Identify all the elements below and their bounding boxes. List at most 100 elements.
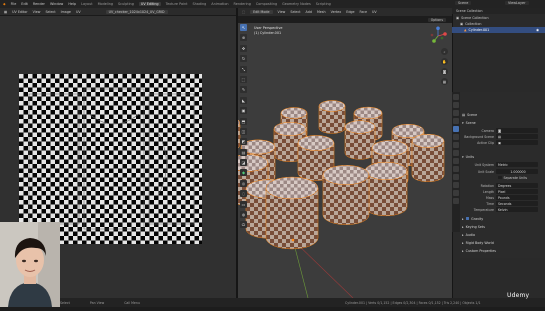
tab-shading[interactable]: Shading [192,2,206,6]
measure-icon[interactable]: ◣ [240,96,247,104]
add-cube-icon[interactable]: ▣ [240,107,247,115]
image-selector[interactable]: UV_checker_1024x1024_UV_GRID [105,9,168,14]
visibility-eye-icon[interactable]: ◉ [536,28,539,32]
section-custom-props[interactable]: ▸ Custom Properties [462,248,543,253]
bevel-icon[interactable]: ◩ [240,138,247,146]
uv-menu-view[interactable]: View [33,10,41,14]
vp-menu-mesh[interactable]: Mesh [317,10,326,14]
menu-render[interactable]: Render [33,2,45,6]
modifier-tab-icon[interactable] [453,150,459,156]
object-tab-icon[interactable] [453,142,459,148]
uv-menu-image[interactable]: Image [61,10,71,14]
blender-logo-icon[interactable]: ◆ [3,2,6,6]
scene-tab-icon[interactable] [453,126,459,132]
view-layer-selector[interactable]: ViewLayer [505,1,529,5]
gravity-checkbox[interactable] [465,216,470,221]
tab-modeling[interactable]: Modeling [98,2,113,6]
render-tab-icon[interactable] [453,102,459,108]
vp-menu-select[interactable]: Select [290,10,300,14]
menu-help[interactable]: Help [68,2,76,6]
world-tab-icon[interactable] [453,134,459,140]
scale-icon[interactable]: ⤡ [240,65,247,73]
outliner-row-collection[interactable]: ▣ Collection [452,21,545,27]
menu-file[interactable]: File [11,2,17,6]
knife-icon[interactable]: ◪ [240,159,247,167]
shrink-fatten-icon[interactable]: ◍ [240,211,247,219]
move-icon[interactable]: ✥ [240,44,247,52]
menu-window[interactable]: Window [50,2,63,6]
tab-uv-editing[interactable]: UV Editing [138,2,161,6]
uv-menu-select[interactable]: Select [45,10,55,14]
cylinder-mesh[interactable] [265,176,319,250]
tab-sculpting[interactable]: Sculpting [118,2,134,6]
z-axis-icon[interactable] [436,26,440,31]
cylinder-mesh[interactable] [322,165,370,225]
cursor-icon[interactable]: ⊕ [240,34,247,42]
poly-build-icon[interactable]: ◆ [240,169,247,177]
section-keying-sets[interactable]: ▸ Keying Sets [462,224,543,229]
uv-editor-label[interactable]: UV Editor [12,10,27,14]
y-axis-icon[interactable] [432,39,436,43]
cylinder-mesh[interactable] [364,161,408,217]
shear-icon[interactable]: ⬭ [240,221,247,229]
pan-hand-icon[interactable]: ✋ [441,58,448,65]
3d-viewport[interactable] [238,23,452,298]
inset-icon[interactable]: ◫ [240,127,247,135]
scene-selector[interactable]: Scene [455,1,472,5]
section-gravity[interactable]: ▸ Gravity [462,216,543,221]
unit-system-dropdown[interactable]: Metric [496,162,538,167]
tab-rendering[interactable]: Rendering [234,2,251,6]
smooth-icon[interactable]: ◌ [240,190,247,198]
vp-menu-view[interactable]: View [278,10,286,14]
background-scene-field[interactable]: ▤ [496,134,538,139]
separate-units-checkbox[interactable] [498,175,502,180]
tab-animation[interactable]: Animation [211,2,228,6]
tab-layout[interactable]: Layout [81,2,93,6]
uv-island-overlay[interactable] [19,74,202,244]
temperature-dropdown[interactable]: Kelvin [496,207,538,212]
grid-icon[interactable]: ▦ [441,78,448,85]
view-layer-tab-icon[interactable] [453,118,459,124]
vp-menu-vertex[interactable]: Vertex [331,10,342,14]
material-tab-icon[interactable] [453,190,459,196]
zoom-icon[interactable]: ⌕ [441,48,448,55]
cylinder-mesh[interactable] [344,120,376,160]
spin-icon[interactable]: ◎ [240,179,247,187]
navigation-gizmo[interactable] [428,26,448,46]
section-audio[interactable]: ▸ Audio [462,232,543,237]
object-origin-point[interactable] [291,238,295,242]
unit-scale-field[interactable]: 1.000000 [496,169,538,174]
uv-menu-uv[interactable]: UV [76,10,81,14]
edge-slide-icon[interactable]: ▭ [240,200,247,208]
annotate-icon[interactable]: ✎ [240,86,247,94]
texture-tab-icon[interactable] [453,198,459,204]
camera-icon[interactable]: ◙ [441,68,448,75]
section-units[interactable]: ▾ Units [462,154,543,159]
constraints-tab-icon[interactable] [453,174,459,180]
tab-scripting[interactable]: Scripting [316,2,331,6]
x-axis-icon[interactable] [443,32,447,36]
camera-field[interactable]: ◙ [496,128,538,133]
outliner-row-cylinder[interactable]: ▲ Cylinder.001 ◉ [452,27,545,33]
select-box-icon[interactable]: ↖ [240,24,247,31]
transform-icon[interactable]: ⬚ [240,75,247,83]
tool-tab-icon[interactable] [453,94,459,100]
section-rigid-body[interactable]: ▸ Rigid Body World [462,240,543,245]
particles-tab-icon[interactable] [453,158,459,164]
vp-menu-face[interactable]: Face [360,10,367,14]
extrude-icon[interactable]: ⬒ [240,117,247,125]
cylinder-mesh[interactable] [318,100,346,134]
editor-type-icon[interactable]: ▦ [4,10,7,14]
loop-cut-icon[interactable]: ▤ [240,148,247,156]
viewport-scene[interactable] [238,23,452,298]
tab-texture-paint[interactable]: Texture Paint [166,2,188,6]
rotate-icon[interactable]: ↻ [240,55,247,63]
section-scene[interactable]: ▾ Scene [462,120,543,125]
data-tab-icon[interactable] [453,182,459,188]
physics-tab-icon[interactable] [453,166,459,172]
output-tab-icon[interactable] [453,110,459,116]
mass-dropdown[interactable]: Pounds [496,195,538,200]
viewport-editor-icon[interactable]: ⬚ [242,10,245,14]
vp-menu-uv[interactable]: UV [372,10,377,14]
vp-menu-edge[interactable]: Edge [346,10,354,14]
